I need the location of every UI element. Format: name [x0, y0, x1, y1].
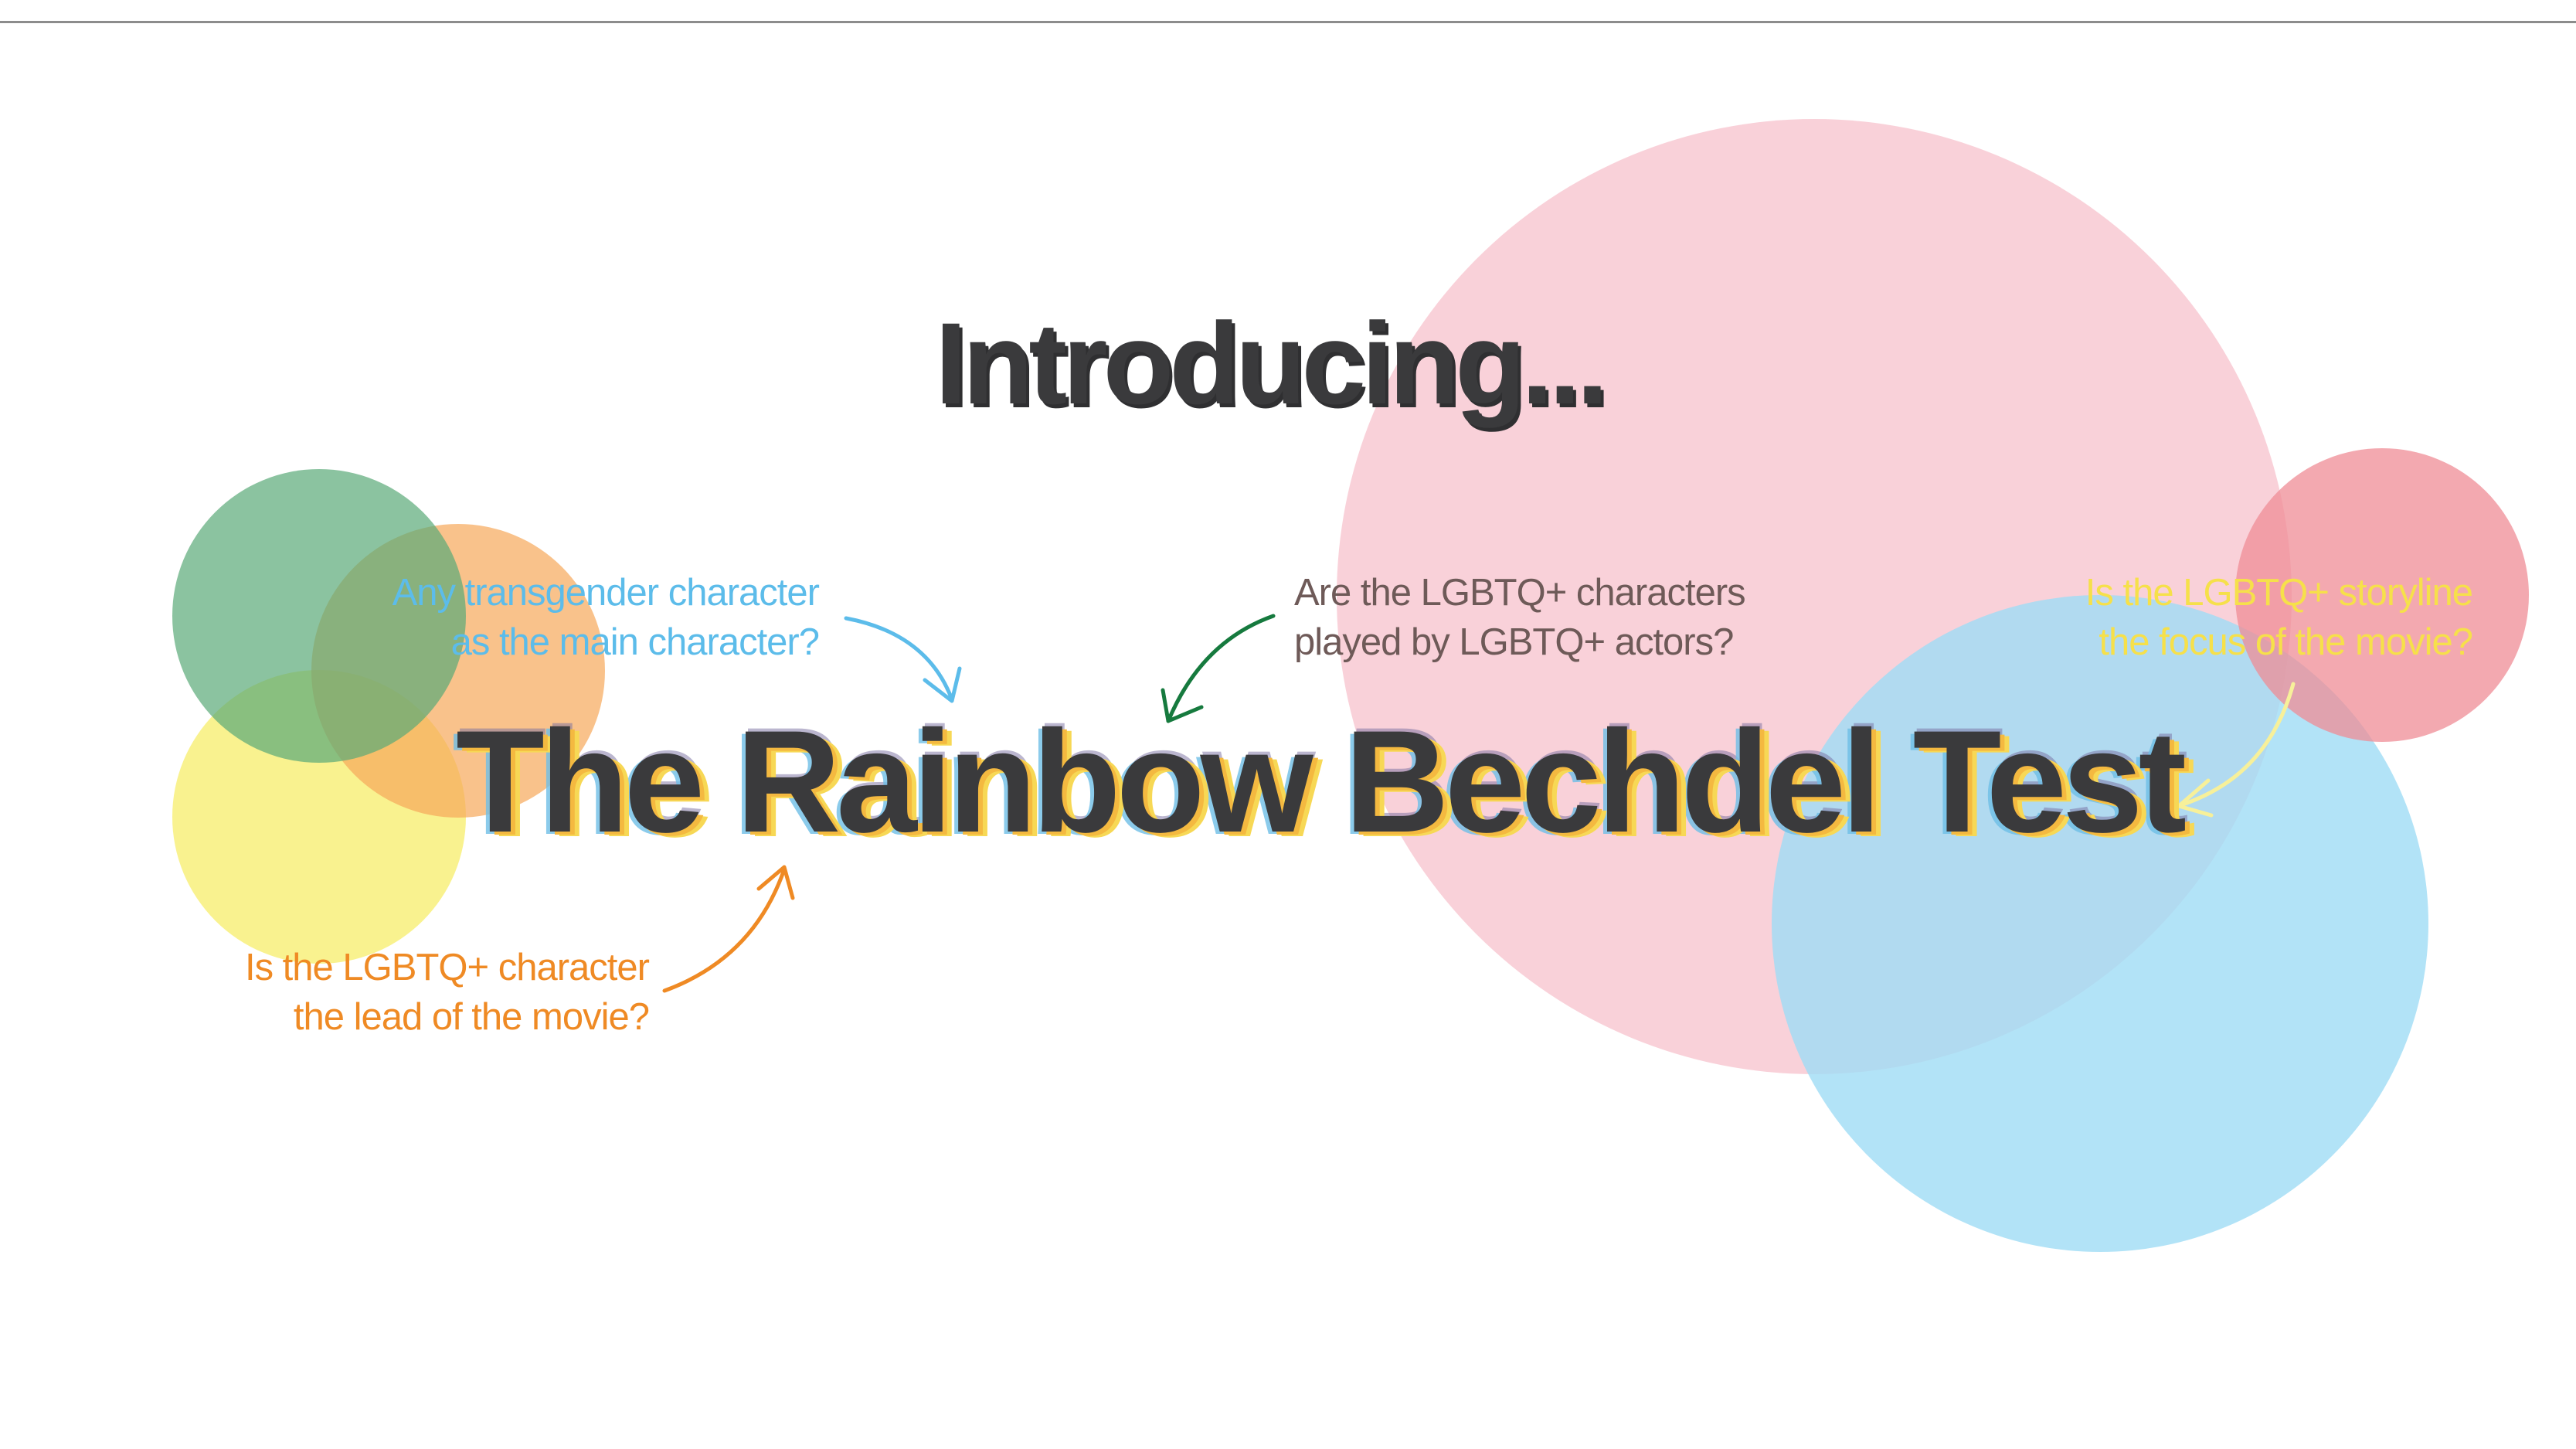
question-lead-line2: the lead of the movie? [293, 996, 650, 1038]
arrow-transgender-icon [844, 616, 962, 703]
page-title: The Rainbow Bechdel Test [456, 700, 2187, 862]
question-focus-line2: the focus of the movie? [2099, 621, 2473, 663]
question-transgender: Any transgender character as the main ch… [363, 568, 820, 667]
question-transgender-line1: Any transgender character [392, 572, 820, 614]
question-lead-line1: Is the LGBTQ+ character [244, 947, 650, 988]
intro-heading: Introducing... [935, 298, 1609, 428]
question-actors-line2: played by LGBTQ+ actors? [1294, 621, 1734, 663]
question-actors: Are the LGBTQ+ characters played by LGBT… [1294, 568, 1820, 667]
arrow-lead-icon [662, 865, 795, 993]
question-transgender-line2: as the main character? [450, 621, 820, 663]
question-focus-line1: Is the LGBTQ+ storyline [2085, 572, 2473, 614]
question-lead: Is the LGBTQ+ character the lead of the … [209, 943, 650, 1042]
question-actors-line1: Are the LGBTQ+ characters [1294, 572, 1746, 614]
question-focus: Is the LGBTQ+ storyline the focus of the… [2040, 568, 2473, 667]
